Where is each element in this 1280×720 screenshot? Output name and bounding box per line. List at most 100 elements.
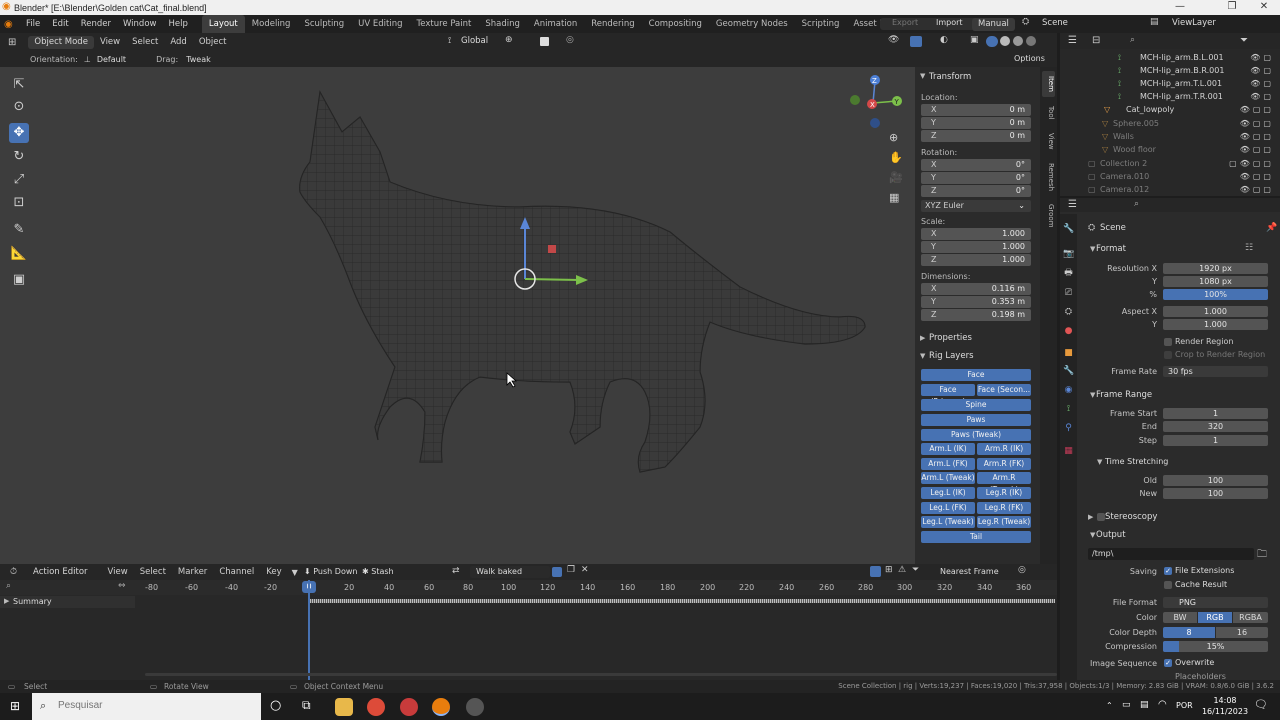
- frame-rate-selector[interactable]: 30 fps: [1163, 366, 1268, 377]
- overwrite-checkbox[interactable]: ✓: [1164, 659, 1172, 667]
- color-rgba-button[interactable]: RGBA: [1233, 612, 1268, 623]
- file-explorer-icon[interactable]: [335, 698, 353, 716]
- chevron-down-icon[interactable]: ▼: [920, 72, 925, 80]
- time-old-field[interactable]: 100: [1163, 475, 1268, 486]
- tab-remesh[interactable]: Remesh: [1042, 159, 1055, 195]
- chrome-profile-icon[interactable]: [400, 698, 418, 716]
- rotation-z-field[interactable]: Z 0°: [921, 185, 1031, 197]
- outliner-row[interactable]: ⟟ MCH-lip_arm.B.R.001 👁▢: [1060, 64, 1280, 77]
- outliner-row[interactable]: ▢ Collection 2 ▢👁▢▢: [1060, 157, 1280, 170]
- filter-icon[interactable]: ⏷: [912, 565, 919, 575]
- tray-chevron-icon[interactable]: ⌃: [1106, 701, 1113, 710]
- taskbar-search-input[interactable]: [58, 700, 248, 711]
- tab-animation[interactable]: Animation: [527, 15, 584, 33]
- cortana-icon[interactable]: ○: [270, 698, 281, 713]
- outliner-row[interactable]: ▢ Camera.012 👁▢▢: [1060, 183, 1280, 196]
- rotation-x-field[interactable]: X 0°: [921, 159, 1031, 171]
- depth-8-button[interactable]: 8: [1163, 627, 1215, 638]
- add-cube-tool-icon[interactable]: ▣: [9, 270, 29, 290]
- proportional-edit-icon[interactable]: ◎: [1018, 565, 1026, 575]
- pin-icon[interactable]: 📌: [1266, 223, 1277, 233]
- windows-start-icon[interactable]: ⊞: [10, 699, 20, 713]
- color-rgb-button[interactable]: RGB: [1198, 612, 1232, 623]
- menu-help[interactable]: Help: [162, 15, 193, 33]
- rig-arm-r-ik-button[interactable]: Arm.R (IK): [977, 443, 1031, 455]
- clock-time[interactable]: 14:08: [1205, 696, 1245, 705]
- tab-groom[interactable]: Groom: [1042, 201, 1055, 231]
- menu-select[interactable]: Select: [126, 33, 164, 51]
- menu-channel[interactable]: Channel: [213, 563, 260, 581]
- menu-object[interactable]: Object: [193, 33, 233, 51]
- filter-icon[interactable]: ⏷: [1240, 35, 1248, 46]
- frame-start-field[interactable]: 1: [1163, 408, 1268, 419]
- frame-step-field[interactable]: 1: [1163, 435, 1268, 446]
- color-bw-button[interactable]: BW: [1163, 612, 1197, 623]
- select-tool-icon[interactable]: ⇱: [9, 75, 29, 95]
- resolution-y-field[interactable]: 1080 px: [1163, 276, 1268, 287]
- tab-view[interactable]: View: [1042, 129, 1055, 153]
- move-gizmo[interactable]: [500, 207, 600, 307]
- rig-paws-button[interactable]: Paws: [921, 414, 1031, 426]
- stereoscopy-checkbox[interactable]: [1097, 513, 1105, 521]
- blender-taskbar-icon[interactable]: [432, 698, 450, 716]
- rendered-shading-icon[interactable]: [1026, 36, 1036, 46]
- snapping-selector[interactable]: Nearest Frame: [940, 567, 999, 576]
- errors-only-icon[interactable]: ⚠: [898, 565, 906, 575]
- visibility-icon[interactable]: 👁: [888, 35, 899, 45]
- gizmo-toggle-icon[interactable]: [910, 36, 922, 47]
- orientation-selector[interactable]: Default: [97, 55, 126, 64]
- tab-compositing[interactable]: Compositing: [642, 15, 709, 33]
- menu-edit[interactable]: Edit: [46, 15, 74, 33]
- maximize-button[interactable]: ❐: [1218, 0, 1246, 15]
- outliner-row[interactable]: ⟟ MCH-lip_arm.T.L.001 👁▢: [1060, 77, 1280, 90]
- rig-leg-r-tweak-button[interactable]: Leg.R (Tweak): [977, 516, 1031, 528]
- dimensions-x-field[interactable]: X 0.116 m: [921, 283, 1031, 295]
- rig-leg-l-ik-button[interactable]: Leg.L (IK): [921, 487, 975, 499]
- folder-icon[interactable]: 🗀: [1257, 547, 1267, 564]
- chevron-down-icon[interactable]: ▼: [1090, 391, 1095, 399]
- list-presets-icon[interactable]: ☷: [1245, 243, 1253, 253]
- snap-icon[interactable]: [540, 37, 549, 46]
- move-tool-icon[interactable]: ✥: [9, 123, 29, 143]
- rig-leg-r-fk-button[interactable]: Leg.R (FK): [977, 502, 1031, 514]
- rig-arm-r-fk-button[interactable]: Arm.R (FK): [977, 458, 1031, 470]
- outliner-editor-icon[interactable]: ☰: [1068, 35, 1077, 46]
- menu-view[interactable]: View: [94, 33, 126, 51]
- rig-leg-r-ik-button[interactable]: Leg.R (IK): [977, 487, 1031, 499]
- task-view-icon[interactable]: ⧉: [302, 698, 311, 713]
- rig-arm-l-ik-button[interactable]: Arm.L (IK): [921, 443, 975, 455]
- tab-geometry-nodes[interactable]: Geometry Nodes: [709, 15, 795, 33]
- minimize-button[interactable]: —: [1166, 0, 1194, 15]
- time-new-field[interactable]: 100: [1163, 488, 1268, 499]
- language-indicator[interactable]: POR: [1176, 701, 1193, 710]
- properties-editor-icon[interactable]: ☰: [1068, 199, 1077, 210]
- close-button[interactable]: ✕: [1250, 0, 1278, 15]
- tab-item[interactable]: Item: [1042, 71, 1055, 97]
- app-taskbar-icon[interactable]: [466, 698, 484, 716]
- menu-select[interactable]: Select: [134, 563, 172, 581]
- network-icon[interactable]: ▤: [1140, 700, 1149, 710]
- editor-type-icon[interactable]: ⊞: [8, 37, 16, 48]
- frame-end-field[interactable]: 320: [1163, 421, 1268, 432]
- timeline-ruler[interactable]: ⌕ ⇔ -80 -60 -40 -20 0 20 40 60 80 100 12…: [0, 580, 1057, 595]
- location-z-field[interactable]: Z0 m: [921, 130, 1031, 142]
- notifications-icon[interactable]: 🗨: [1254, 698, 1268, 711]
- compression-slider[interactable]: 15%: [1163, 641, 1268, 652]
- rotation-mode-selector[interactable]: XYZ Euler ⌄: [921, 200, 1031, 212]
- tab-sculpting[interactable]: Sculpting: [297, 15, 351, 33]
- scale-y-field[interactable]: Y 1.000: [921, 241, 1031, 253]
- rotate-tool-icon[interactable]: ↻: [9, 147, 29, 167]
- file-extensions-checkbox[interactable]: ✓: [1164, 567, 1172, 575]
- material-shading-icon[interactable]: [1013, 36, 1023, 46]
- outliner-row[interactable]: ▽ Sphere.005 👁▢▢: [1060, 117, 1280, 130]
- outliner-row[interactable]: ▽ Wood floor 👁▢▢: [1060, 143, 1280, 156]
- resolution-percent-field[interactable]: 100%: [1163, 289, 1268, 300]
- navigation-gizmo[interactable]: Z Y X: [845, 73, 905, 133]
- export-button[interactable]: Export: [892, 18, 918, 27]
- rig-leg-l-fk-button[interactable]: Leg.L (FK): [921, 502, 975, 514]
- render-region-checkbox[interactable]: [1164, 338, 1172, 346]
- menu-add[interactable]: Add: [164, 33, 192, 51]
- menu-marker[interactable]: Marker: [172, 563, 213, 581]
- tool-tab-icon[interactable]: 🔧: [1063, 224, 1074, 235]
- annotate-tool-icon[interactable]: ✎: [9, 220, 29, 240]
